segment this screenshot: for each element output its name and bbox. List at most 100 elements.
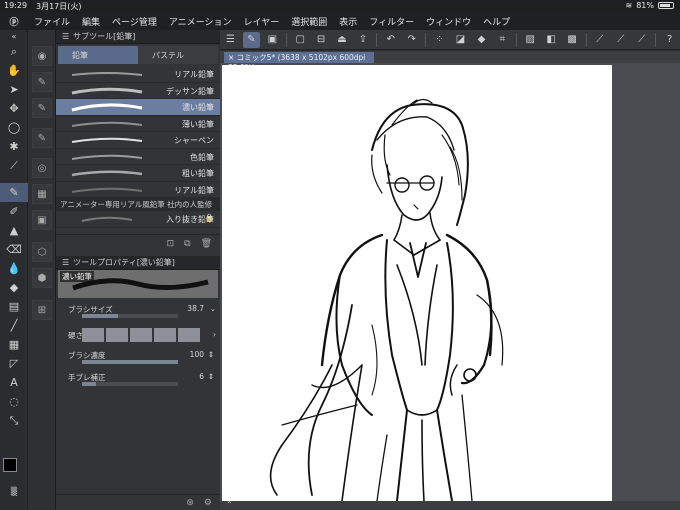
new-file-icon[interactable]: ▢ xyxy=(292,32,309,48)
canvas-area[interactable]: × コミック5* (3638 x 5102px 600dpi 33.0%) xyxy=(220,51,680,510)
brush-item[interactable]: 色鉛筆 xyxy=(56,149,220,165)
menu-icon[interactable]: ☰ xyxy=(62,32,69,41)
magic-wand-icon[interactable]: ✱ xyxy=(0,137,28,156)
canvas-scroll-area[interactable] xyxy=(616,63,680,503)
brush-tool-icon[interactable]: ✐ xyxy=(0,202,28,221)
hardness-row[interactable]: 硬さ › xyxy=(56,326,220,346)
collapse-icon[interactable]: « xyxy=(0,30,28,42)
navigator-icon[interactable]: ⬢ xyxy=(32,268,52,288)
border-icon[interactable]: ▩ xyxy=(564,32,581,48)
chevron-right-icon[interactable]: › xyxy=(213,330,216,339)
settings-icon[interactable]: ⚙ xyxy=(204,498,212,508)
operation-tool-icon[interactable]: ➤ xyxy=(0,80,28,99)
material-icon[interactable]: ⊞ xyxy=(32,300,52,320)
tab-pencil[interactable]: 鉛筆 xyxy=(58,46,138,64)
brush-item[interactable]: デッサン鉛筆 xyxy=(56,83,220,99)
subtool-group-b-icon[interactable]: ✎ xyxy=(32,72,52,92)
eyedropper-icon[interactable]: ⟋ xyxy=(0,156,28,175)
hand-tool-icon[interactable]: ✋ xyxy=(0,61,28,80)
open-icon[interactable]: ⊟ xyxy=(313,32,330,48)
hardness-step[interactable] xyxy=(154,327,176,342)
invert-icon[interactable]: ◧ xyxy=(543,32,560,48)
stabilizer-slider[interactable] xyxy=(82,381,178,386)
layer-prop-icon[interactable]: ⬡ xyxy=(32,242,52,262)
undo-icon[interactable]: ↶ xyxy=(382,32,399,48)
menu-selection[interactable]: 選択範囲 xyxy=(285,15,333,28)
close-icon[interactable]: × xyxy=(228,53,237,62)
trash-icon[interactable]: 🗑 xyxy=(201,239,212,249)
clear-icon[interactable]: ◪ xyxy=(452,32,469,48)
eraser-icon[interactable]: ⌫ xyxy=(0,240,28,259)
menu-filter[interactable]: フィルター xyxy=(363,15,420,28)
lasso-icon[interactable]: ◯ xyxy=(0,118,28,137)
subtool-group-d-icon[interactable]: ✎ xyxy=(32,128,52,148)
save-icon[interactable]: ⏏ xyxy=(334,32,351,48)
special-ruler-icon[interactable]: ⟋ xyxy=(612,32,629,48)
menu-view[interactable]: 表示 xyxy=(333,15,363,28)
app-logo-icon[interactable]: ⓟ xyxy=(0,15,28,28)
grid-snap-icon[interactable]: ⟋ xyxy=(633,32,650,48)
quick-access-icon[interactable]: ▣ xyxy=(264,32,281,48)
brush-item[interactable]: 粗い鉛筆 xyxy=(56,165,220,182)
stepper-icon[interactable]: ⇕ xyxy=(208,350,214,359)
density-row[interactable]: ブラシ濃度 100 ⇕ xyxy=(56,348,220,370)
zoom-tool-icon[interactable]: ⌕ xyxy=(0,42,28,61)
airbrush-icon[interactable]: ▲ xyxy=(0,221,28,240)
deselect-icon[interactable]: ⁘ xyxy=(431,32,448,48)
export-icon[interactable]: ⇪ xyxy=(354,32,371,48)
text-tool-icon[interactable]: A xyxy=(0,373,28,392)
menu-page[interactable]: ページ管理 xyxy=(106,15,163,28)
brush-size-slider[interactable] xyxy=(82,313,178,318)
fill-icon[interactable]: ◆ xyxy=(473,32,490,48)
menu-layer[interactable]: レイヤー xyxy=(238,15,286,28)
brush-size-row[interactable]: ブラシサイズ 38.7 ⌄ xyxy=(56,302,220,324)
hardness-step[interactable] xyxy=(106,327,128,342)
reset-icon[interactable]: ⊛ xyxy=(186,498,194,508)
brush-item[interactable]: リアル鉛筆 xyxy=(56,182,220,198)
stepper-icon[interactable]: ⇕ xyxy=(208,372,214,381)
menu-window[interactable]: ウィンドウ xyxy=(420,15,477,28)
pencil-tool-icon[interactable]: ✎ xyxy=(0,183,28,202)
pen-pressure-icon[interactable]: ✎ xyxy=(242,31,260,48)
brush-item[interactable]: 薄い鉛筆 xyxy=(56,116,220,132)
duplicate-icon[interactable]: ⧉ xyxy=(184,239,190,249)
frame-icon[interactable]: ▦ xyxy=(0,335,28,354)
density-slider[interactable] xyxy=(82,359,178,364)
dropdown-icon[interactable]: ⌄ xyxy=(210,304,216,313)
balloon-icon[interactable]: ◌ xyxy=(0,392,28,411)
brush-item[interactable]: 入り抜き鉛筆 xyxy=(56,211,220,228)
menu-animation[interactable]: アニメーション xyxy=(163,15,238,28)
blend-icon[interactable]: 💧 xyxy=(0,259,28,278)
layer-mask-icon[interactable]: ▨ xyxy=(522,32,539,48)
brush-item-selected[interactable]: 濃い鉛筆 xyxy=(56,99,220,116)
subtool-group-c-icon[interactable]: ✎ xyxy=(32,98,52,118)
menu-file[interactable]: ファイル xyxy=(28,15,76,28)
main-color-swatch[interactable] xyxy=(3,458,17,472)
move-layer-icon[interactable]: ✥ xyxy=(0,99,28,118)
menu-icon[interactable]: ☰ xyxy=(62,258,69,267)
subtool-group-a-icon[interactable]: ◉ xyxy=(32,46,52,66)
fill-tool-icon[interactable]: ◆ xyxy=(0,278,28,297)
redo-icon[interactable]: ↷ xyxy=(403,32,420,48)
menu-help[interactable]: ヘルプ xyxy=(477,15,516,28)
chevron-up-icon[interactable]: ⌃ xyxy=(226,500,233,509)
hardness-step[interactable] xyxy=(130,327,152,342)
brush-item[interactable]: シャーペン xyxy=(56,132,220,149)
ruler-icon[interactable]: ◸ xyxy=(0,354,28,373)
help-icon[interactable]: ? xyxy=(661,32,678,48)
transparent-color-icon[interactable]: ▒ xyxy=(0,482,28,501)
hardness-selector[interactable] xyxy=(82,327,200,342)
gradient-icon[interactable]: ▤ xyxy=(0,297,28,316)
intermediate-icon[interactable]: ▣ xyxy=(32,210,52,230)
color-set-icon[interactable]: ▦ xyxy=(32,184,52,204)
correct-line-icon[interactable]: ⤡ xyxy=(0,411,28,430)
tab-pastel[interactable]: パステル xyxy=(138,46,218,64)
transform-icon[interactable]: ⌗ xyxy=(494,32,511,48)
stabilizer-row[interactable]: 手ブレ補正 6 ⇕ xyxy=(56,370,220,392)
canvas-paper[interactable] xyxy=(222,65,612,502)
hardness-step[interactable] xyxy=(82,327,104,342)
brush-item[interactable]: リアル鉛筆 xyxy=(56,66,220,83)
figure-icon[interactable]: ╱ xyxy=(0,316,28,335)
copy-subtool-icon[interactable]: ⊡ xyxy=(167,239,175,249)
menu-edit[interactable]: 編集 xyxy=(76,15,106,28)
